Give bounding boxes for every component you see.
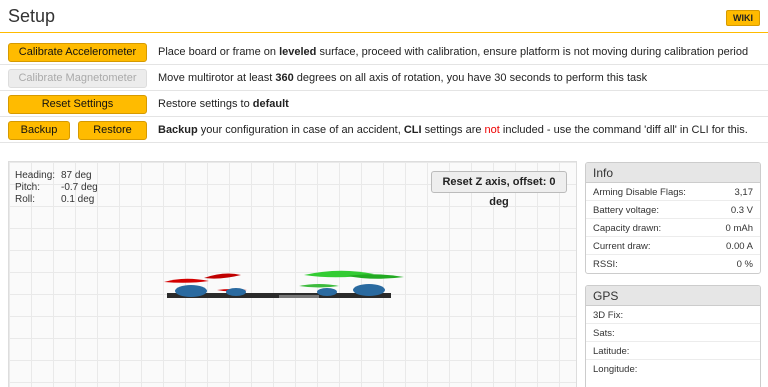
calibrate-magnetometer-row: Calibrate Magnetometer Move multirotor a… — [0, 67, 768, 91]
backup-restore-description: Backup your configuration in case of an … — [158, 124, 748, 136]
header: Setup WIKI — [0, 0, 768, 33]
pitch-readout: Pitch: -0.7 deg — [15, 182, 98, 193]
front-right-motor — [226, 288, 246, 296]
gps-row: Latitude: — [586, 342, 760, 360]
restore-button[interactable]: Restore — [78, 121, 147, 140]
gps-row: Longitude: — [593, 364, 638, 375]
reset-settings-description: Restore settings to default — [158, 98, 289, 110]
rear-left-motor — [317, 288, 337, 296]
rear-left-propeller — [299, 284, 339, 288]
info-panel-title: Info — [586, 163, 760, 183]
gps-panel-title: GPS — [586, 286, 760, 306]
roll-readout: Roll: 0.1 deg — [15, 194, 95, 205]
info-row: RSSI: 0 % — [593, 259, 753, 270]
page-title: Setup — [8, 6, 56, 26]
frame-plate — [279, 295, 319, 298]
front-left-motor — [175, 285, 207, 297]
reset-z-axis-button[interactable]: Reset Z axis, offset: 0 deg — [431, 171, 567, 208]
calibrate-magnetometer-description: Move multirotor at least 360 degrees on … — [158, 72, 648, 84]
backup-button[interactable]: Backup — [8, 121, 70, 140]
gps-panel: GPS 3D Fix: Sats: Latitude: Longitude: — [585, 285, 761, 387]
calibrate-accelerometer-description: Place board or frame on leveled surface,… — [158, 46, 749, 58]
info-row: Arming Disable Flags: 3,17 — [586, 183, 760, 201]
attitude-readout: Heading: 87 deg Pitch: -0.7 deg Roll: 0.1 d… — [15, 170, 98, 206]
info-row: Battery voltage: 0.3 V — [586, 201, 760, 219]
calibrate-accelerometer-row: Calibrate Accelerometer Place board or f… — [0, 41, 768, 65]
gps-row: Sats: — [586, 324, 760, 342]
wiki-button[interactable]: WIKI — [726, 10, 760, 26]
model-viewer: Heading: 87 deg Pitch: -0.7 deg Roll: 0.1 d… — [8, 161, 577, 387]
calibrate-magnetometer-button[interactable]: Calibrate Magnetometer — [8, 69, 147, 88]
backup-restore-row: Backup Restore Backup your configuration… — [0, 119, 768, 143]
calibrate-accelerometer-button[interactable]: Calibrate Accelerometer — [8, 43, 147, 62]
front-left-propeller-blade — [204, 273, 241, 279]
reset-settings-button[interactable]: Reset Settings — [8, 95, 147, 114]
gps-row: 3D Fix: — [586, 306, 760, 324]
heading-readout: Heading: 87 deg — [15, 170, 92, 181]
reset-settings-row: Reset Settings Restore settings to defau… — [0, 93, 768, 117]
quadcopter-model — [164, 270, 404, 298]
info-row: Current draw: 0.00 A — [586, 237, 760, 255]
front-left-propeller — [164, 278, 209, 283]
info-panel: Info Arming Disable Flags: 3,17 Battery v… — [585, 162, 761, 274]
info-row: Capacity drawn: 0 mAh — [586, 219, 760, 237]
rear-right-motor — [353, 284, 385, 296]
